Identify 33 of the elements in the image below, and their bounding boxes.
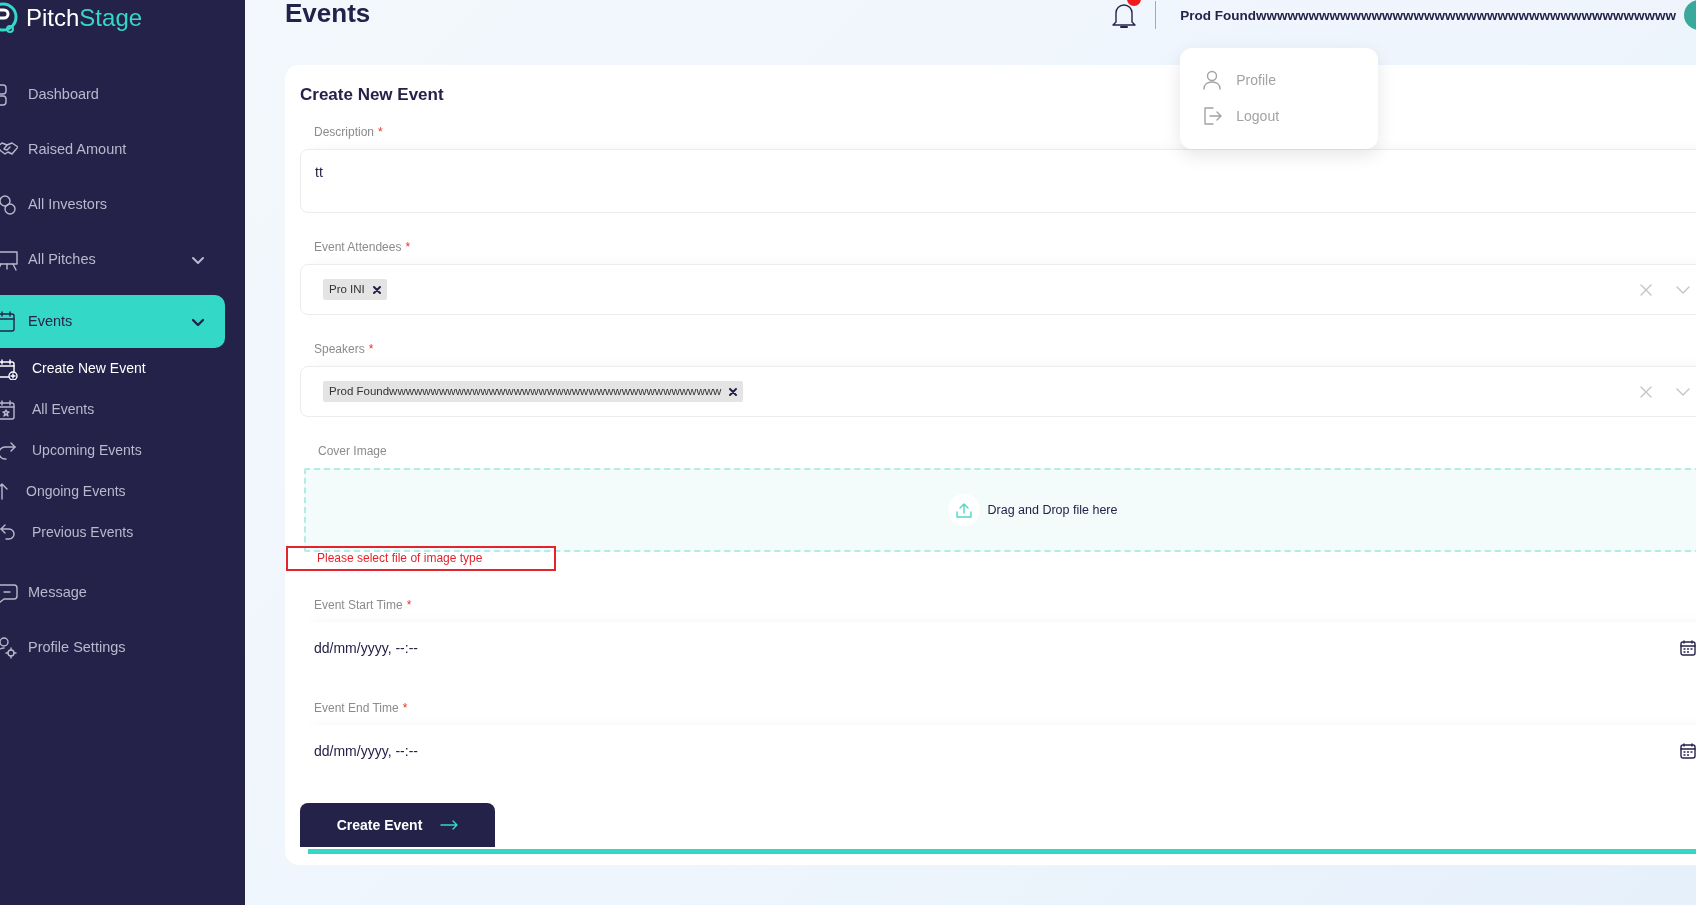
user-name[interactable]: Prod Foundwwwwwwwwwwwwwwwwwwwwwwwwwwwwwwwwwwwwwwww [1180,8,1676,23]
date-time-field[interactable]: dd/mm/yyyy, --:-- [300,725,1696,777]
field-label: Event End Time * [314,700,409,716]
sidebar-item[interactable]: All Investors [0,177,245,232]
date-time-field[interactable]: dd/mm/yyyy, --:-- [300,622,1696,674]
field-label: Cover Image [318,443,388,459]
multi-select-field[interactable]: Pro INI [300,264,1696,315]
field-label: Description * [314,124,384,140]
logo-text: PitchStage [26,3,143,33]
submenu-item[interactable]: Ongoing Events [0,471,245,512]
sidebar-item[interactable]: Dashboard [0,67,245,122]
selected-chip: Prod Foundwwwwwwwwwwwwwwwwwwwwwwwwwwwwwwwwwwwwwwww [323,380,744,403]
submenu-item[interactable]: Previous Events [0,512,245,553]
sidebar-item[interactable]: Events [0,295,225,348]
selected-chip: Pro INI [323,278,387,301]
submenu-item[interactable]: Upcoming Events [0,430,245,471]
form-title: Create New Event [300,84,445,106]
field-label: Event Attendees * [314,239,412,255]
sidebar-item[interactable]: Message [0,565,245,620]
sidebar-item[interactable]: All Pitches [0,232,245,287]
sidebar-item[interactable]: Profile Settings [0,620,245,675]
description-field[interactable]: tt [300,149,1696,213]
multi-select-field[interactable]: Prod Foundwwwwwwwwwwwwwwwwwwwwwwwwwwwwwwwwwwwwwwww [300,366,1696,417]
field-label: Speakers * [314,341,375,357]
submenu-item[interactable]: All Events [0,389,245,430]
submenu-item[interactable]: Create New Event [0,348,245,389]
error-message: Please select file of image type [286,546,556,571]
drop-zone-prompt: Drag and Drop file here [987,501,1118,519]
field-label: Event Start Time * [314,597,413,613]
create-event-button[interactable]: Create Event [300,803,495,847]
sidebar-item[interactable]: Raised Amount [0,122,245,177]
page-title: Events [285,0,371,28]
file-drop-zone[interactable]: Drag and Drop file here [304,468,1696,552]
